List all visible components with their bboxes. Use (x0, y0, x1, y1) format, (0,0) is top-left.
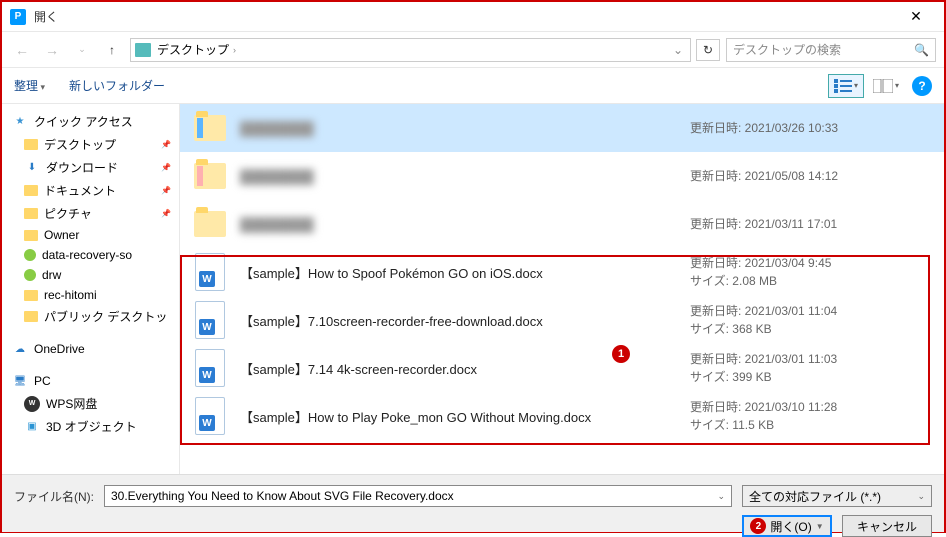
document-icon (24, 185, 38, 196)
file-row[interactable]: 【sample】How to Spoof Pokémon GO on iOS.d… (180, 248, 944, 296)
sidebar-item[interactable]: rec-hitomi (2, 285, 179, 305)
search-input[interactable]: デスクトップの検索 🔍 (726, 38, 936, 62)
address-segment[interactable]: デスクトップ (157, 41, 229, 58)
sidebar-item[interactable]: デスクトップ📌 (2, 133, 179, 156)
new-folder-button[interactable]: 新しいフォルダー (69, 77, 165, 94)
pin-icon: 📌 (161, 209, 171, 218)
address-bar[interactable]: デスクトップ › ⌄ (130, 38, 691, 62)
file-row[interactable]: 【sample】7.14 4k-screen-recorder.docx更新日時… (180, 344, 944, 392)
file-meta: 更新日時: 2021/03/04 9:45サイズ: 2.08 MB (690, 254, 930, 290)
up-button[interactable]: ↑ (100, 38, 124, 62)
open-button[interactable]: 2 開く(O) ▼ (742, 515, 832, 537)
sidebar-item[interactable]: ⬇ダウンロード📌 (2, 156, 179, 179)
file-row[interactable]: 【sample】How to Play Poke_mon GO Without … (180, 392, 944, 440)
organize-menu[interactable]: 整理 (14, 77, 45, 94)
sidebar-onedrive[interactable]: ☁OneDrive (2, 338, 179, 360)
cancel-button[interactable]: キャンセル (842, 515, 932, 537)
file-row[interactable]: ████████更新日時: 2021/03/26 10:33 (180, 104, 944, 152)
docx-icon (194, 300, 226, 340)
status-icon (24, 249, 36, 261)
file-type-filter[interactable]: 全ての対応ファイル (*.*) ⌄ (742, 485, 932, 507)
file-meta: 更新日時: 2021/03/10 11:28サイズ: 11.5 KB (690, 398, 930, 434)
help-button[interactable]: ? (912, 76, 932, 96)
pc-icon: 🖥 (12, 373, 28, 389)
picture-icon (24, 208, 38, 219)
search-icon: 🔍 (914, 43, 929, 57)
cloud-icon: ☁ (12, 341, 28, 357)
file-name: 【sample】How to Play Poke_mon GO Without … (240, 407, 690, 426)
filename-input[interactable]: 30.Everything You Need to Know About SVG… (104, 485, 732, 507)
window-title: 開く (34, 8, 896, 25)
pin-icon: 📌 (161, 186, 171, 195)
search-placeholder: デスクトップの検索 (733, 41, 914, 58)
status-icon (24, 269, 36, 281)
annotation-badge-2: 2 (750, 518, 766, 534)
sidebar-item[interactable]: WWPS网盘 (2, 392, 179, 415)
folder-icon (194, 108, 226, 148)
chevron-right-icon[interactable]: › (233, 45, 236, 55)
file-name: ████████ (240, 217, 690, 232)
file-meta: 更新日時: 2021/03/01 11:04サイズ: 368 KB (690, 302, 930, 338)
refresh-button[interactable]: ↻ (696, 39, 720, 61)
filter-dropdown-icon: ⌄ (917, 491, 925, 502)
back-button[interactable]: ← (10, 38, 34, 62)
filename-dropdown-icon[interactable]: ⌄ (717, 491, 725, 502)
folder-icon (24, 230, 38, 241)
cube-icon: ▣ (24, 419, 40, 435)
download-icon: ⬇ (24, 160, 40, 176)
sidebar-item[interactable]: パブリック デスクトッ (2, 305, 179, 328)
wps-icon: W (24, 396, 40, 412)
file-list[interactable]: ████████更新日時: 2021/03/26 10:33████████更新… (180, 104, 944, 474)
file-meta: 更新日時: 2021/03/01 11:03サイズ: 399 KB (690, 350, 930, 386)
folder-icon (24, 139, 38, 150)
folder-icon (24, 290, 38, 301)
filename-label: ファイル名(N): (14, 488, 94, 505)
pin-icon: 📌 (161, 163, 171, 172)
folder-icon (135, 43, 151, 57)
view-details-button[interactable]: ▾ (828, 74, 864, 98)
docx-icon (194, 252, 226, 292)
sidebar: ★クイック アクセス デスクトップ📌 ⬇ダウンロード📌 ドキュメント📌 ピクチャ… (2, 104, 180, 474)
preview-pane-button[interactable]: ▾ (872, 74, 900, 98)
forward-button[interactable]: → (40, 38, 64, 62)
file-meta: 更新日時: 2021/03/26 10:33 (690, 119, 930, 137)
folder-icon (194, 204, 226, 244)
close-button[interactable]: ✕ (896, 3, 936, 31)
file-name: ████████ (240, 169, 690, 184)
annotation-badge-1: 1 (612, 345, 630, 363)
folder-icon (194, 156, 226, 196)
docx-icon (194, 396, 226, 436)
file-name: 【sample】How to Spoof Pokémon GO on iOS.d… (240, 263, 690, 282)
file-name: ████████ (240, 121, 690, 136)
pin-icon: 📌 (161, 140, 171, 149)
file-meta: 更新日時: 2021/05/08 14:12 (690, 167, 930, 185)
sidebar-item[interactable]: ピクチャ📌 (2, 202, 179, 225)
file-name: 【sample】7.10screen-recorder-free-downloa… (240, 311, 690, 330)
file-meta: 更新日時: 2021/03/11 17:01 (690, 215, 930, 233)
file-row[interactable]: 【sample】7.10screen-recorder-free-downloa… (180, 296, 944, 344)
sidebar-item[interactable]: ▣3D オブジェクト (2, 415, 179, 438)
file-row[interactable]: ████████更新日時: 2021/05/08 14:12 (180, 152, 944, 200)
sidebar-item[interactable]: data-recovery-so (2, 245, 179, 265)
address-dropdown[interactable]: ⌄ (670, 43, 686, 57)
sidebar-item[interactable]: Owner (2, 225, 179, 245)
folder-icon (24, 311, 38, 322)
docx-icon (194, 348, 226, 388)
filename-value: 30.Everything You Need to Know About SVG… (111, 489, 717, 503)
sidebar-quick-access[interactable]: ★クイック アクセス (2, 110, 179, 133)
app-icon: P (10, 9, 26, 25)
sidebar-item[interactable]: ドキュメント📌 (2, 179, 179, 202)
sidebar-item[interactable]: drw (2, 265, 179, 285)
star-icon: ★ (12, 114, 28, 130)
recent-dropdown[interactable]: ⌄ (70, 38, 94, 62)
sidebar-pc[interactable]: 🖥PC (2, 370, 179, 392)
file-row[interactable]: ████████更新日時: 2021/03/11 17:01 (180, 200, 944, 248)
